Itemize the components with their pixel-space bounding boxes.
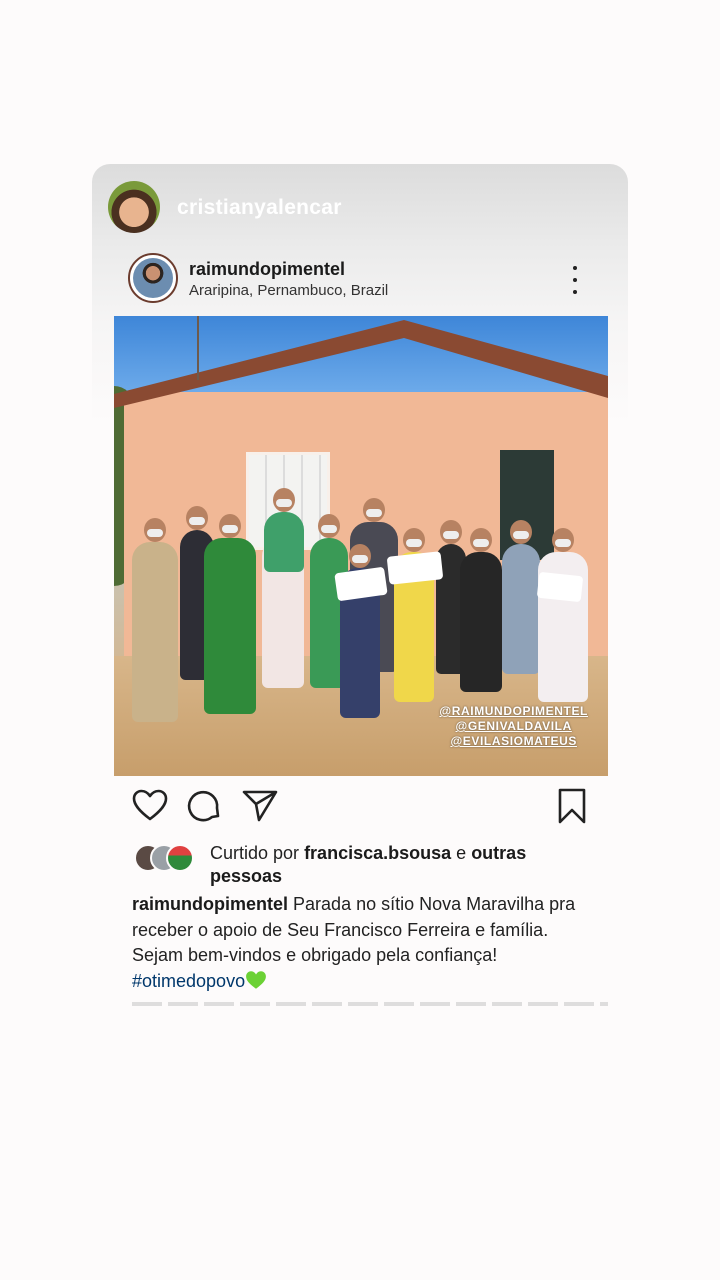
photo-tag[interactable]: @GENIVALDAVILA [439, 719, 588, 734]
share-icon[interactable] [240, 786, 280, 826]
story-username[interactable]: cristianyalencar [177, 196, 342, 220]
post-location[interactable]: Araripina, Pernambuco, Brazil [189, 282, 388, 299]
likes-connector: e [456, 843, 467, 863]
post-avatar-image [133, 258, 173, 298]
liker-username[interactable]: francisca.bsousa [304, 843, 451, 863]
story-avatar[interactable] [108, 181, 160, 233]
post-username[interactable]: raimundopimentel [189, 259, 345, 280]
likes-text[interactable]: Curtido por francisca.bsousa e outras pe… [210, 842, 590, 888]
caption-hashtag[interactable]: #otimedopovo [132, 971, 245, 991]
photo-tag[interactable]: @RAIMUNDOPIMENTEL [439, 704, 588, 719]
caption-username[interactable]: raimundopimentel [132, 894, 288, 914]
more-options-icon[interactable] [568, 266, 582, 294]
story-card: cristianyalencar raimundopimentel Ararip… [92, 164, 628, 1006]
comment-icon[interactable] [184, 786, 224, 826]
post-photo[interactable]: @RAIMUNDOPIMENTEL @GENIVALDAVILA @EVILAS… [114, 316, 608, 776]
story-header: cristianyalencar [92, 164, 628, 250]
heart-icon[interactable] [130, 786, 170, 826]
bookmark-icon[interactable] [552, 786, 592, 826]
green-heart-emoji-icon [246, 970, 266, 989]
liker-avatars [134, 844, 204, 872]
truncated-content [132, 1002, 608, 1006]
post-header: raimundopimentel Araripina, Pernambuco, … [92, 250, 628, 314]
post-avatar[interactable] [128, 253, 178, 303]
likes-section: Curtido por francisca.bsousa e outras pe… [92, 840, 628, 888]
post-caption: raimundopimentel Parada no sítio Nova Ma… [132, 892, 602, 994]
photo-tags: @RAIMUNDOPIMENTEL @GENIVALDAVILA @EVILAS… [439, 704, 588, 749]
photo-tag[interactable]: @EVILASIOMATEUS [439, 734, 588, 749]
liker-avatar [166, 844, 194, 872]
likes-prefix: Curtido por [210, 843, 300, 863]
post-actions [92, 786, 628, 826]
